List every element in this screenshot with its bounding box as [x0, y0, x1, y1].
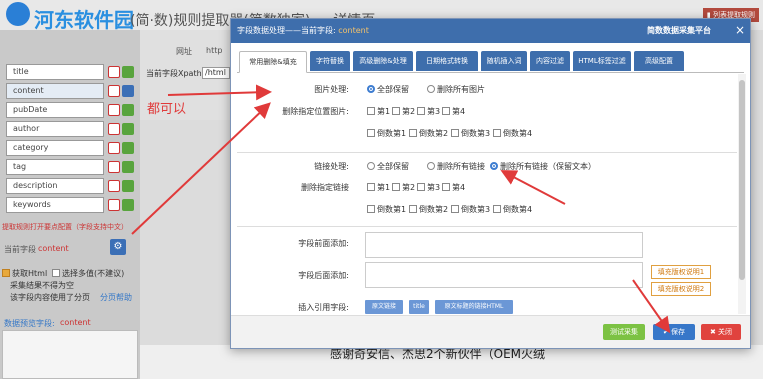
- arrow-to-image: [167, 84, 272, 101]
- arrow-to-tabs: [131, 102, 271, 235]
- annotation-arrows: [131, 84, 671, 334]
- arrow-to-link-option: [500, 170, 566, 205]
- arrow-to-save: [632, 279, 671, 334]
